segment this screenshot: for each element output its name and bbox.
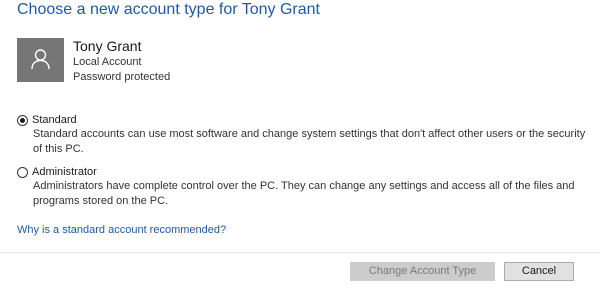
cancel-button[interactable]: Cancel (504, 262, 574, 281)
why-standard-link[interactable]: Why is a standard account recommended? (17, 224, 226, 236)
user-name: Tony Grant (73, 38, 142, 54)
option-standard: Standard Standard accounts can use most … (17, 114, 593, 157)
option-administrator: Administrator Administrators have comple… (17, 166, 593, 209)
change-account-type-button[interactable]: Change Account Type (350, 262, 495, 281)
user-info: Tony Grant Local Account Password protec… (73, 38, 170, 85)
standard-label[interactable]: Standard (32, 114, 77, 126)
administrator-label[interactable]: Administrator (32, 166, 97, 178)
administrator-radio-row[interactable]: Administrator (17, 166, 593, 178)
person-icon (31, 49, 50, 70)
avatar (17, 38, 64, 82)
password-status: Password protected (73, 71, 171, 83)
page-title: Choose a new account type for Tony Grant (17, 1, 320, 18)
divider (0, 252, 600, 253)
standard-description: Standard accounts can use most software … (33, 128, 586, 155)
standard-radio[interactable] (17, 114, 28, 126)
administrator-radio[interactable] (17, 166, 28, 178)
account-type-label: Local Account (73, 56, 142, 68)
standard-radio-row[interactable]: Standard (17, 114, 593, 126)
administrator-description: Administrators have complete control ove… (33, 180, 575, 207)
